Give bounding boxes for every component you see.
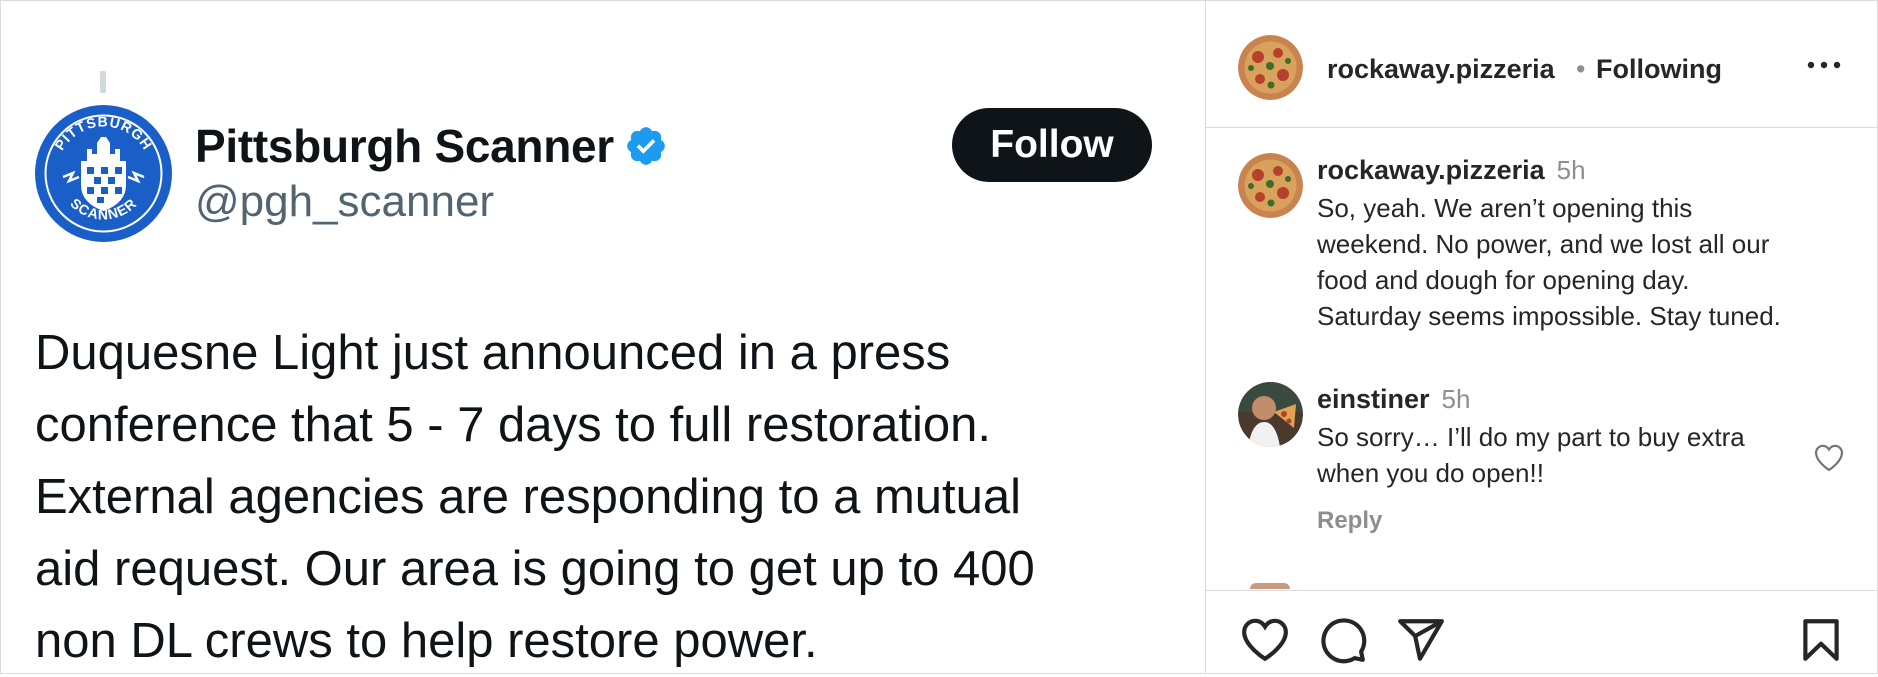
post-header: rockaway.pizzeria • Following xyxy=(1206,1,1877,128)
comment-icon[interactable] xyxy=(1318,615,1368,665)
more-horizontal-icon[interactable] xyxy=(1804,55,1844,75)
comment-line: So sorry… I’ll do my part to buy extra xyxy=(1317,422,1745,452)
follow-button[interactable]: Follow xyxy=(952,108,1152,182)
tweet-handle[interactable]: @pgh_scanner xyxy=(195,177,494,227)
comment-time: 5h xyxy=(1441,384,1471,414)
tweet-display-name[interactable]: Pittsburgh Scanner xyxy=(195,119,614,173)
comment-text: So sorry… I’ll do my part to buy extra w… xyxy=(1317,419,1837,491)
post-actions xyxy=(1206,590,1877,673)
comment-text: So, yeah. We aren’t opening this weekend… xyxy=(1317,190,1837,334)
tweet-card: PITTSBURGH SCANNER Pittsburgh Scanner @p… xyxy=(1,1,1205,673)
tweet-line: conference that 5 - 7 days to full resto… xyxy=(35,398,992,452)
tweet-avatar[interactable]: PITTSBURGH SCANNER xyxy=(35,105,172,242)
tweet-line: non DL crews to help restore power. xyxy=(35,614,818,668)
share-icon[interactable] xyxy=(1396,615,1446,665)
next-comment-avatar-peek xyxy=(1250,583,1290,589)
comment-avatar[interactable] xyxy=(1238,153,1303,218)
comment-line: weekend. No power, and we lost all our xyxy=(1317,229,1770,259)
tweet-line: Duquesne Light just announced in a press xyxy=(35,326,951,380)
reply-button[interactable]: Reply xyxy=(1317,507,1382,535)
verified-badge-icon xyxy=(627,127,665,165)
comment-line: Saturday seems impossible. Stay tuned. xyxy=(1317,301,1781,331)
tweet-line: aid request. Our area is going to get up… xyxy=(35,542,1035,596)
following-button[interactable]: Following xyxy=(1596,54,1722,85)
comment-meta: einstiner 5h xyxy=(1317,384,1470,415)
comment-line: So, yeah. We aren’t opening this xyxy=(1317,193,1693,223)
post-author-avatar[interactable] xyxy=(1238,35,1303,100)
heart-icon[interactable] xyxy=(1240,615,1290,665)
comment-line: food and dough for opening day. xyxy=(1317,265,1690,295)
tweet-body: Duquesne Light just announced in a press… xyxy=(35,317,1155,677)
bookmark-icon[interactable] xyxy=(1796,615,1846,665)
comment-meta: rockaway.pizzeria 5h xyxy=(1317,155,1586,186)
comment-username[interactable]: einstiner xyxy=(1317,384,1430,414)
post-author-username[interactable]: rockaway.pizzeria xyxy=(1327,54,1555,85)
comment-line: when you do open!! xyxy=(1317,458,1544,488)
comment-like-heart-icon[interactable] xyxy=(1812,442,1846,472)
tweet-line: External agencies are responding to a mu… xyxy=(35,470,1022,524)
thread-line xyxy=(100,71,106,93)
comment-avatar[interactable] xyxy=(1238,382,1303,447)
tweet-name-row: Pittsburgh Scanner xyxy=(195,119,668,173)
comment-time: 5h xyxy=(1556,155,1586,185)
post-panel: rockaway.pizzeria • Following rockaway.p… xyxy=(1206,1,1877,673)
header-separator: • xyxy=(1576,54,1586,84)
comment-username[interactable]: rockaway.pizzeria xyxy=(1317,155,1545,185)
